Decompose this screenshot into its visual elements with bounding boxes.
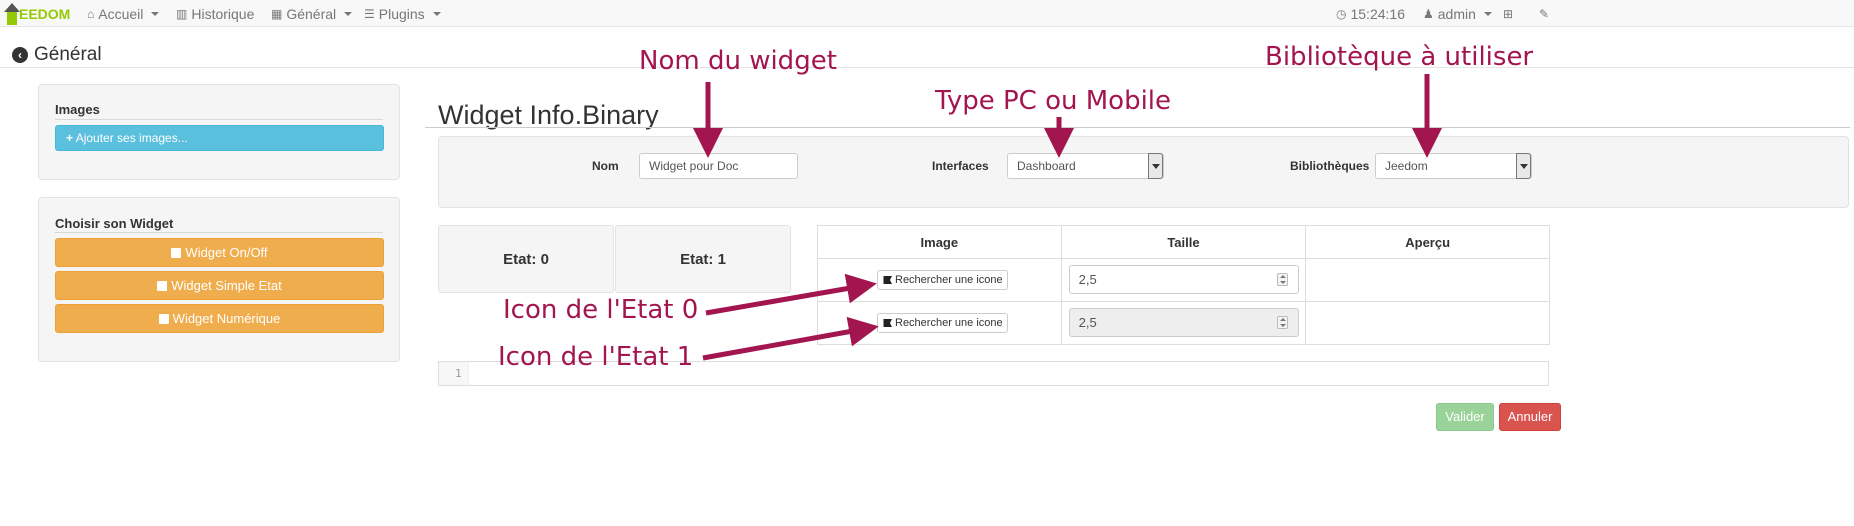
annotation-arrows — [693, 74, 1442, 361]
arrow-icon-state-1 — [702, 316, 879, 361]
arrow-icon-state-0 — [705, 273, 877, 316]
